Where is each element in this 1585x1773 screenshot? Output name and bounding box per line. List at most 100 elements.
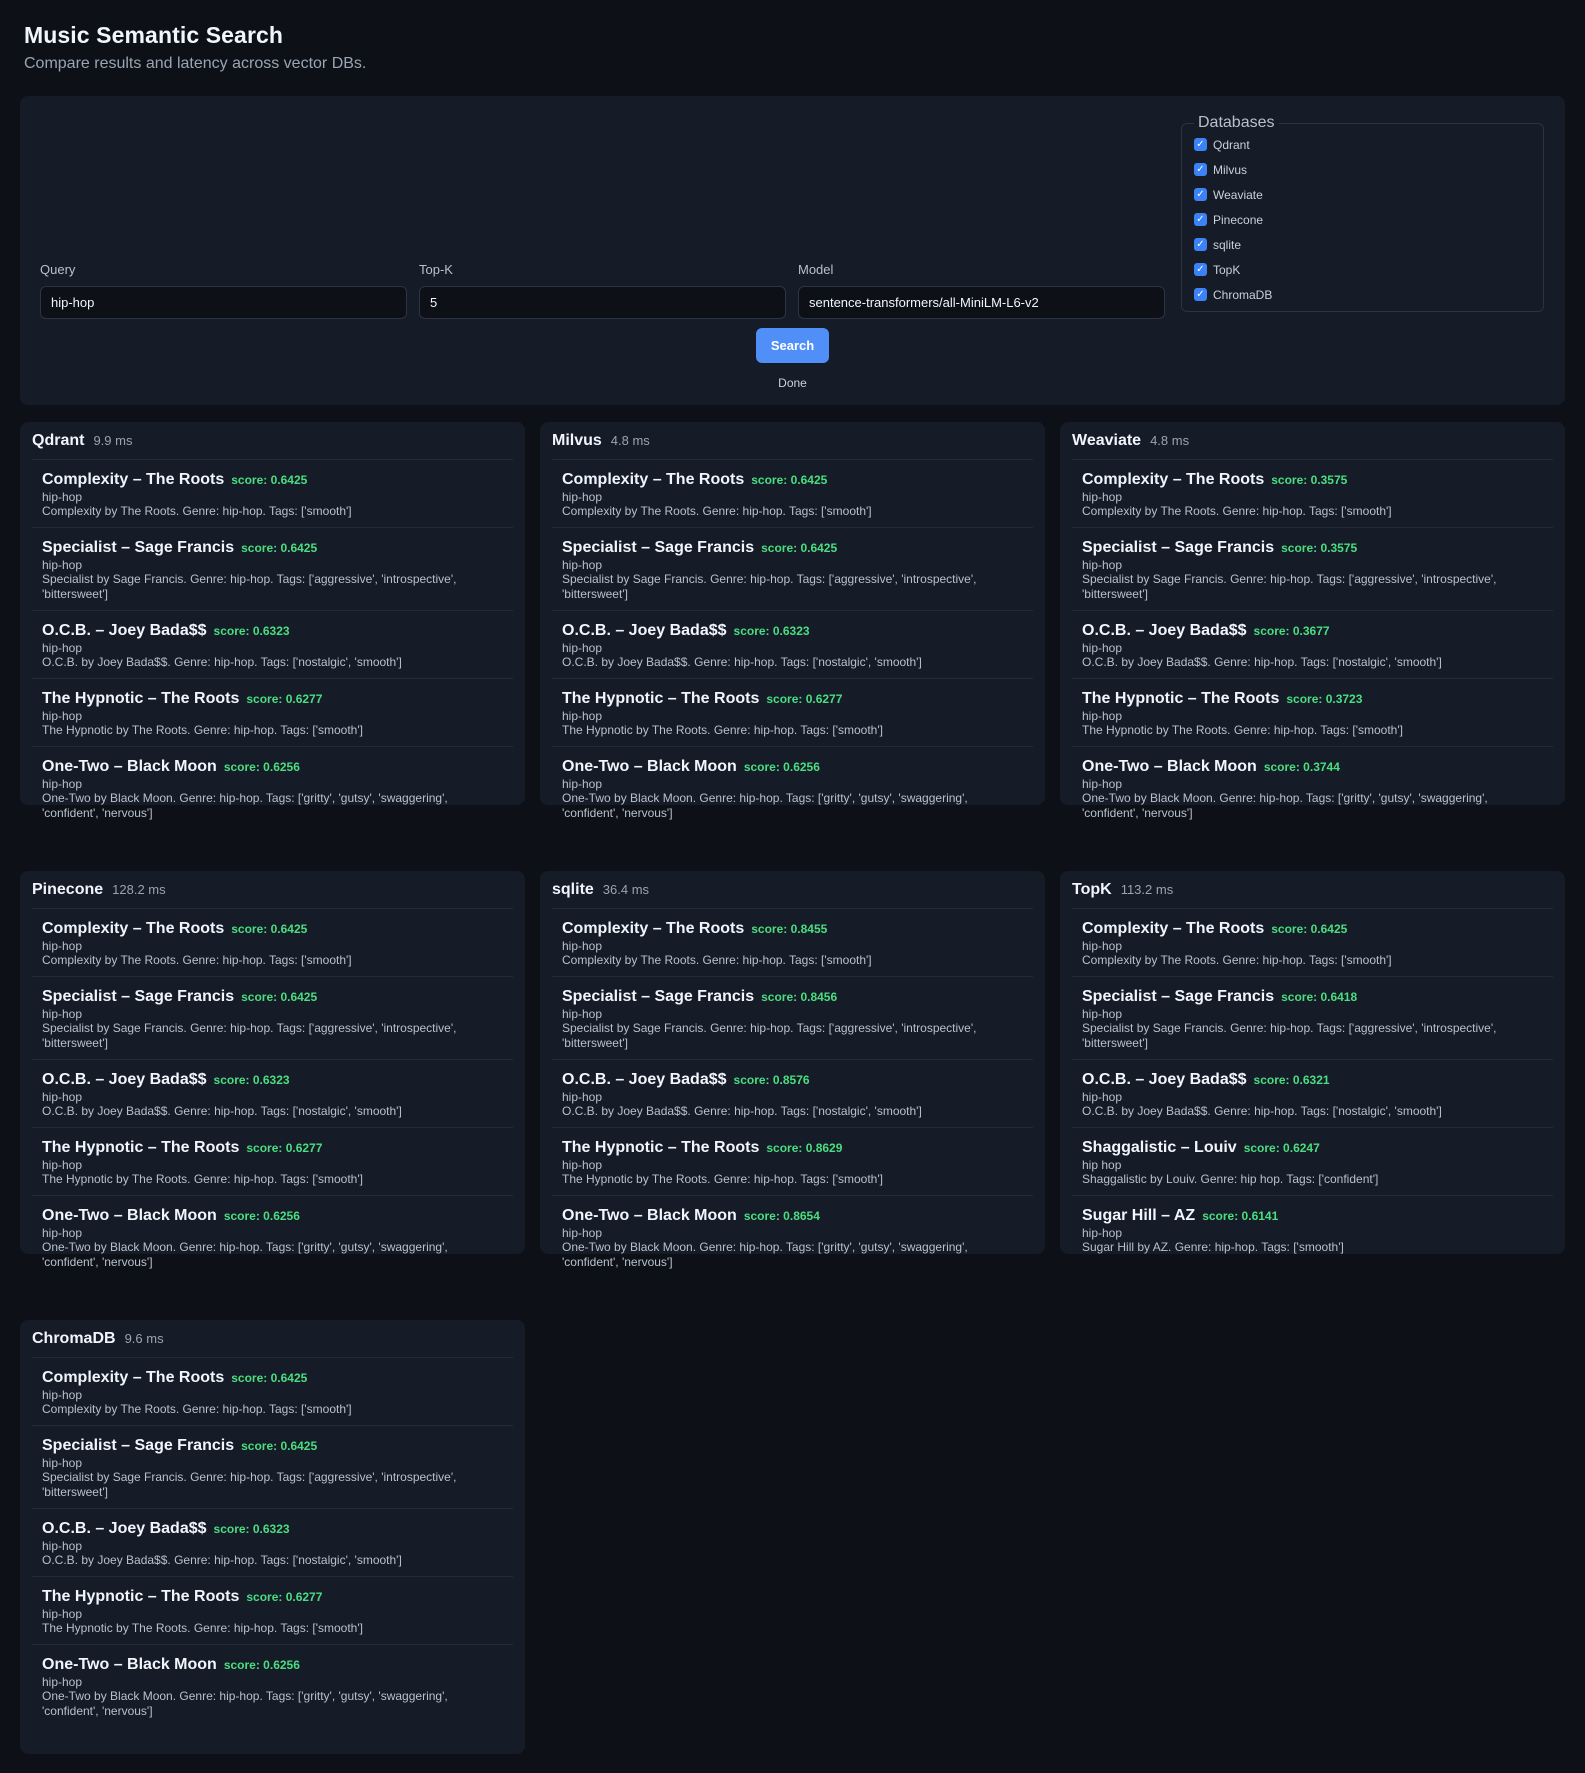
list-item: One-Two – Black Moon score: 0.6256 hip-hop… <box>32 747 513 829</box>
databases-fieldset: Databases ✓ Qdrant ✓ Milvus ✓ Weaviate ✓ Pineco… <box>1181 114 1544 312</box>
result-genre: hip-hop <box>42 1158 83 1172</box>
card-header: sqlite 36.4 ms <box>552 881 1033 909</box>
list-item: O.C.B. – Joey Bada$$ score: 0.6323 hip-hop… <box>32 1060 513 1128</box>
list-item: The Hypnotic – The Roots score: 0.6277 hip… <box>32 1577 513 1645</box>
latency-value: 4.8 ms <box>1150 433 1190 448</box>
result-title: The Hypnotic – The Roots <box>562 1139 760 1156</box>
checkbox-topk[interactable]: ✓ <box>1194 263 1207 276</box>
databases-list: ✓ Qdrant ✓ Milvus ✓ Weaviate ✓ Pinecone ✓ sqlite ✓… <box>1194 132 1531 307</box>
db-option-pinecone[interactable]: ✓ Pinecone <box>1194 207 1531 232</box>
result-genre: hip-hop <box>42 1539 83 1553</box>
db-option-qdrant[interactable]: ✓ Qdrant <box>1194 132 1531 157</box>
result-title-row: O.C.B. – Joey Bada$$ score: 0.6323 <box>42 1071 503 1089</box>
result-description: Complexity by The Roots. Genre: hip-hop.… <box>42 504 352 518</box>
result-description: O.C.B. by Joey Bada$$. Genre: hip-hop. T… <box>562 1104 922 1118</box>
card-title: Pinecone <box>32 881 104 898</box>
card-title: Qdrant <box>32 432 85 449</box>
checkbox-pinecone[interactable]: ✓ <box>1194 213 1207 226</box>
page-header: Music Semantic Search Compare results an… <box>24 22 366 73</box>
result-title: One-Two – Black Moon <box>42 758 217 775</box>
result-title: Complexity – The Roots <box>42 1369 225 1386</box>
db-option-sqlite[interactable]: ✓ sqlite <box>1194 232 1531 257</box>
result-description: One-Two by Black Moon. Genre: hip-hop. T… <box>42 1689 448 1718</box>
checkbox-qdrant[interactable]: ✓ <box>1194 138 1207 151</box>
list-item: The Hypnotic – The Roots score: 0.8629 hip… <box>552 1128 1033 1196</box>
result-genre: hip-hop <box>42 1388 83 1402</box>
result-card-chromadb: ChromaDB 9.6 ms Complexity – The Roots scor… <box>20 1320 525 1754</box>
page-subtitle: Compare results and latency across vecto… <box>24 55 367 72</box>
result-genre: hip-hop <box>42 939 83 953</box>
result-genre: hip-hop <box>562 1090 603 1104</box>
result-genre: hip-hop <box>42 1675 83 1689</box>
result-title: One-Two – Black Moon <box>42 1656 217 1673</box>
db-option-topk[interactable]: ✓ TopK <box>1194 257 1531 282</box>
result-title: The Hypnotic – The Roots <box>42 690 240 707</box>
result-score: score: 0.6256 <box>743 760 820 774</box>
db-option-label: Pinecone <box>1213 212 1264 227</box>
result-description: One-Two by Black Moon. Genre: hip-hop. T… <box>42 1240 448 1269</box>
result-title-row: One-Two – Black Moon score: 0.8654 <box>562 1207 1023 1225</box>
result-title: O.C.B. – Joey Bada$$ <box>1082 622 1247 639</box>
card-title: ChromaDB <box>32 1330 116 1347</box>
result-title-row: One-Two – Black Moon score: 0.6256 <box>42 1656 503 1674</box>
result-genre: hip-hop <box>562 1226 603 1240</box>
checkbox-sqlite[interactable]: ✓ <box>1194 238 1207 251</box>
result-title-row: One-Two – Black Moon score: 0.6256 <box>42 758 503 776</box>
result-title-row: O.C.B. – Joey Bada$$ score: 0.6323 <box>42 622 503 640</box>
checkbox-chromadb[interactable]: ✓ <box>1194 288 1207 301</box>
db-option-chromadb[interactable]: ✓ ChromaDB <box>1194 282 1531 307</box>
result-score: score: 0.6277 <box>246 692 323 706</box>
query-field-group: Query <box>40 262 407 319</box>
result-description: Specialist by Sage Francis. Genre: hip-h… <box>1082 1021 1497 1050</box>
result-title: Specialist – Sage Francis <box>562 539 755 556</box>
result-title: One-Two – Black Moon <box>562 758 737 775</box>
result-genre: hip-hop <box>42 1226 83 1240</box>
db-option-label: Milvus <box>1213 162 1248 177</box>
result-genre: hip-hop <box>562 1007 603 1021</box>
list-item: One-Two – Black Moon score: 0.6256 hip-hop… <box>552 747 1033 829</box>
result-title-row: The Hypnotic – The Roots score: 0.8629 <box>562 1139 1023 1157</box>
query-input[interactable] <box>40 286 407 319</box>
result-description: One-Two by Black Moon. Genre: hip-hop. T… <box>562 1240 968 1269</box>
list-item: One-Two – Black Moon score: 0.8654 hip-hop… <box>552 1196 1033 1278</box>
list-item: Specialist – Sage Francis score: 0.6418 hi… <box>1072 977 1553 1060</box>
result-description: O.C.B. by Joey Bada$$. Genre: hip-hop. T… <box>42 655 402 669</box>
result-title: Specialist – Sage Francis <box>42 988 235 1005</box>
result-genre: hip-hop <box>562 709 603 723</box>
db-option-label: sqlite <box>1213 237 1242 252</box>
card-header: Qdrant 9.9 ms <box>32 432 513 460</box>
result-score: score: 0.6425 <box>751 473 828 487</box>
result-title: O.C.B. – Joey Bada$$ <box>1082 1071 1247 1088</box>
result-score: score: 0.6256 <box>223 760 300 774</box>
topk-input[interactable] <box>419 286 786 319</box>
result-score: score: 0.6323 <box>733 624 810 638</box>
db-option-milvus[interactable]: ✓ Milvus <box>1194 157 1531 182</box>
result-description: The Hypnotic by The Roots. Genre: hip-ho… <box>42 1621 363 1635</box>
result-genre: hip-hop <box>1082 1090 1123 1104</box>
result-title: Complexity – The Roots <box>1082 471 1265 488</box>
search-button[interactable]: Search <box>756 328 829 363</box>
checkbox-milvus[interactable]: ✓ <box>1194 163 1207 176</box>
result-title-row: One-Two – Black Moon score: 0.3744 <box>1082 758 1543 776</box>
card-title: Weaviate <box>1072 432 1142 449</box>
page-title: Music Semantic Search <box>24 22 284 48</box>
result-description: Complexity by The Roots. Genre: hip-hop.… <box>42 1402 352 1416</box>
checkbox-weaviate[interactable]: ✓ <box>1194 188 1207 201</box>
result-description: Specialist by Sage Francis. Genre: hip-h… <box>562 572 977 601</box>
result-score: score: 0.6141 <box>1202 1209 1279 1223</box>
result-genre: hip-hop <box>1082 1007 1123 1021</box>
card-title: sqlite <box>552 881 594 898</box>
db-option-weaviate[interactable]: ✓ Weaviate <box>1194 182 1531 207</box>
result-score: score: 0.6277 <box>766 692 843 706</box>
result-title-row: Complexity – The Roots score: 0.6425 <box>42 1369 503 1387</box>
model-input[interactable] <box>798 286 1165 319</box>
result-description: Specialist by Sage Francis. Genre: hip-h… <box>562 1021 977 1050</box>
result-title: Complexity – The Roots <box>42 471 225 488</box>
card-header: Pinecone 128.2 ms <box>32 881 513 909</box>
result-description: O.C.B. by Joey Bada$$. Genre: hip-hop. T… <box>42 1553 402 1567</box>
result-score: score: 0.8654 <box>743 1209 820 1223</box>
topk-field-group: Top-K <box>419 262 786 319</box>
result-description: Specialist by Sage Francis. Genre: hip-h… <box>1082 572 1497 601</box>
result-title-row: Specialist – Sage Francis score: 0.6425 <box>42 988 503 1006</box>
db-option-label: Weaviate <box>1213 187 1263 202</box>
